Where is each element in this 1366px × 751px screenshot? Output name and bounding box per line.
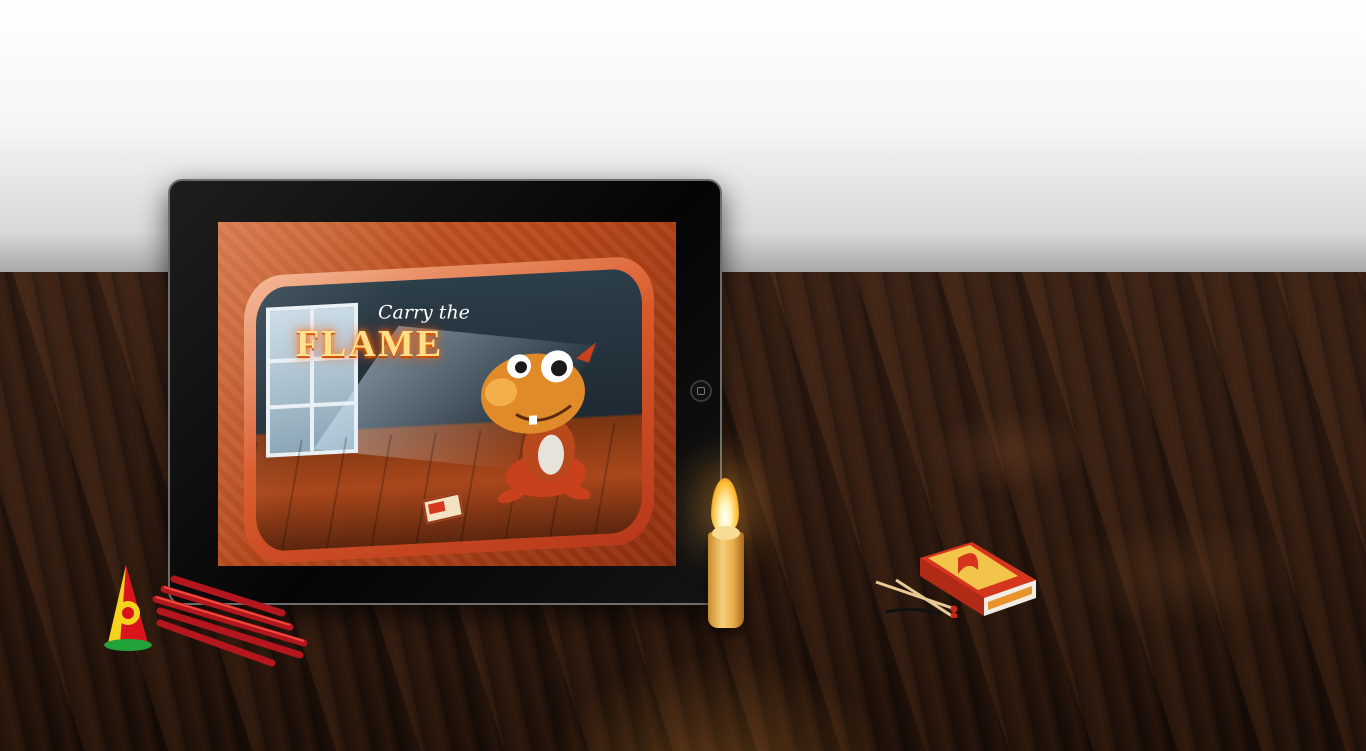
candle-icon: [708, 526, 744, 628]
matchbox-icon: [920, 542, 1036, 616]
home-button-icon[interactable]: [690, 380, 712, 402]
game-title-line2: FLAME: [296, 323, 444, 366]
game-scene: Carry the FLAME: [256, 267, 642, 553]
tv-frame: Carry the FLAME: [244, 255, 654, 565]
firecracker-icon: [104, 565, 308, 667]
game-screen[interactable]: Carry the FLAME: [218, 222, 676, 566]
tablet-device: Carry the FLAME: [168, 179, 722, 605]
game-title-line1: Carry the: [378, 301, 470, 324]
candle-wax-drip: [712, 526, 740, 540]
dragon-character-icon: [481, 342, 596, 504]
